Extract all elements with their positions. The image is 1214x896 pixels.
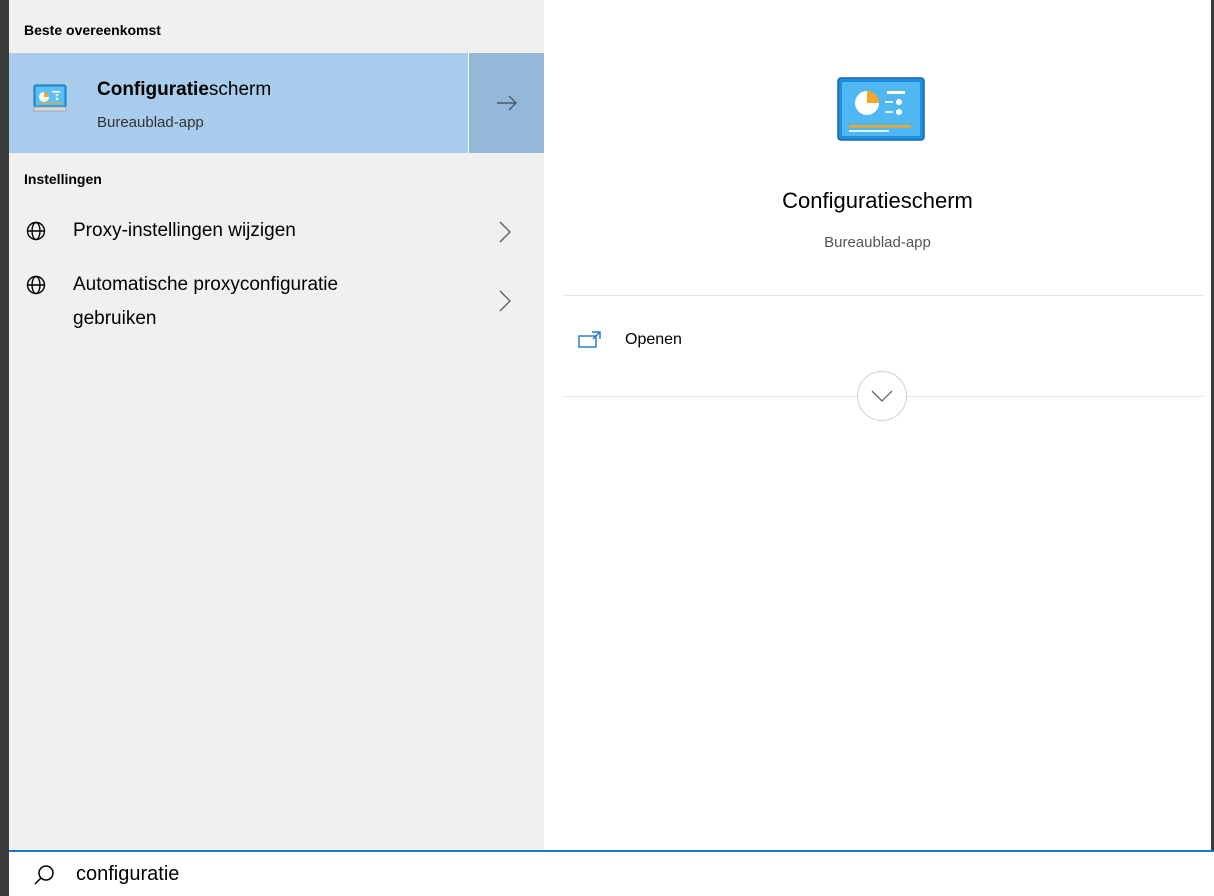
settings-item-label: Proxy-instellingen wijzigen xyxy=(73,220,296,241)
best-match-header: Beste overeenkomst xyxy=(24,22,161,38)
search-bar xyxy=(9,850,1214,896)
settings-header: Instellingen xyxy=(24,171,102,187)
settings-item-proxy[interactable]: Proxy-instellingen wijzigen xyxy=(9,214,544,250)
detail-panel: Configuratiescherm Bureaublad-app Openen xyxy=(544,0,1211,850)
globe-icon xyxy=(26,275,46,295)
detail-title: Configuratiescherm xyxy=(782,188,973,213)
settings-item-auto-proxy[interactable]: Automatische proxyconfiguratie gebruiken xyxy=(9,270,544,332)
best-match-subtitle: Bureaublad-app xyxy=(97,114,204,131)
expand-actions-button[interactable] xyxy=(857,371,907,421)
globe-icon xyxy=(26,221,46,241)
best-match-result[interactable]: Configuratiescherm Bureaublad-app xyxy=(9,53,468,153)
settings-item-label-line2: gebruiken xyxy=(73,308,157,329)
search-input[interactable] xyxy=(76,858,1176,890)
chevron-right-icon xyxy=(499,221,511,243)
chevron-right-icon xyxy=(499,290,511,312)
results-list: Beste overeenkomst Configuratiescherm Bu… xyxy=(9,0,544,850)
control-panel-icon xyxy=(33,84,67,112)
open-window-icon xyxy=(578,331,601,348)
window-border-left xyxy=(0,0,9,896)
chevron-down-icon xyxy=(871,390,893,402)
action-open-label: Openen xyxy=(625,331,682,348)
windows-search-flyout: Beste overeenkomst Configuratiescherm Bu… xyxy=(0,0,1214,896)
control-panel-icon xyxy=(837,77,925,141)
arrow-right-icon xyxy=(496,95,517,111)
best-match-title: Configuratiescherm xyxy=(97,79,272,100)
detail-subtitle: Bureaublad-app xyxy=(824,234,931,251)
search-icon xyxy=(34,865,54,885)
divider xyxy=(563,295,1203,296)
settings-item-label: Automatische proxyconfiguratie xyxy=(73,274,339,295)
open-details-button[interactable] xyxy=(468,53,544,153)
